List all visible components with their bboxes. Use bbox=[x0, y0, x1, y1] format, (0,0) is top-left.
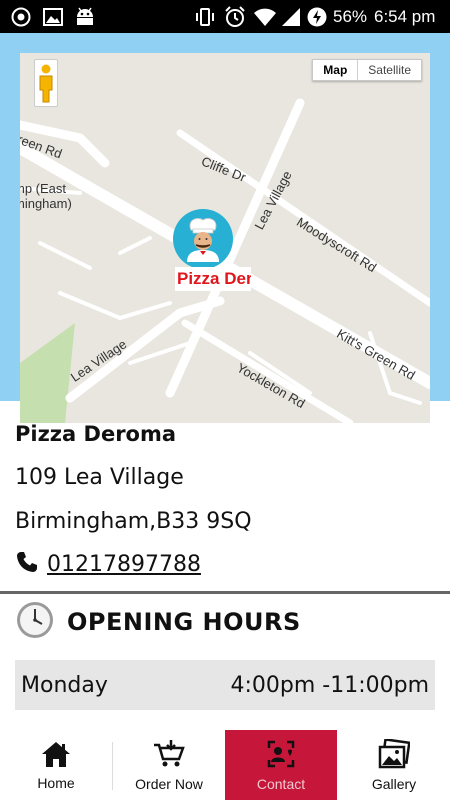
opening-hours-header: OPENING HOURS bbox=[15, 600, 301, 644]
map-type-satellite-button[interactable]: Satellite bbox=[358, 60, 421, 80]
road-label: mingham) bbox=[20, 196, 72, 211]
vibrate-icon bbox=[192, 0, 218, 33]
phone-row[interactable]: 01217897788 bbox=[15, 550, 201, 578]
cart-icon bbox=[152, 739, 186, 772]
nav-order-label: Order Now bbox=[135, 775, 203, 792]
nav-home-label: Home bbox=[37, 774, 75, 791]
map-type-map-button[interactable]: Map bbox=[313, 60, 359, 80]
address-line-1: 109 Lea Village bbox=[15, 465, 184, 490]
app-circle-icon bbox=[8, 0, 34, 33]
nav-contact-label: Contact bbox=[256, 775, 306, 792]
status-bar: 56% 6:54 pm bbox=[0, 0, 450, 33]
bottom-nav: Home Order Now Contact Gallery bbox=[0, 730, 450, 800]
address-line-2: Birmingham,B33 9SQ bbox=[15, 509, 252, 534]
contact-icon bbox=[265, 739, 297, 772]
chef-marker-icon[interactable] bbox=[173, 209, 233, 269]
map-type-toggle: Map Satellite bbox=[312, 59, 422, 81]
business-name: Pizza Deroma bbox=[15, 422, 177, 446]
section-divider bbox=[0, 591, 450, 594]
nav-home[interactable]: Home bbox=[0, 730, 112, 800]
clock-icon bbox=[15, 600, 55, 644]
hours-day: Monday bbox=[21, 672, 108, 698]
nav-contact[interactable]: Contact bbox=[225, 730, 337, 800]
street-view-pegman-icon[interactable] bbox=[34, 59, 58, 107]
android-icon bbox=[72, 0, 98, 33]
opening-hours-title: OPENING HOURS bbox=[67, 608, 301, 636]
nav-order-now[interactable]: Order Now bbox=[113, 730, 225, 800]
battery-percent: 56% bbox=[333, 7, 368, 26]
phone-link[interactable]: 01217897788 bbox=[47, 552, 201, 577]
marker-label: Pizza Deroma bbox=[175, 267, 251, 291]
nav-gallery[interactable]: Gallery bbox=[338, 730, 450, 800]
road-label: mp (East bbox=[20, 181, 67, 196]
wifi-icon bbox=[252, 0, 278, 33]
hours-time: 4:00pm -11:00pm bbox=[230, 672, 429, 698]
clock: 6:54 pm bbox=[374, 7, 436, 26]
nav-gallery-label: Gallery bbox=[371, 775, 417, 792]
gallery-icon bbox=[378, 737, 411, 772]
map-view[interactable]: reen Rd mp (East mingham) Cliffe Dr Lea … bbox=[20, 53, 430, 423]
phone-icon bbox=[15, 550, 39, 578]
battery-charging-icon bbox=[304, 0, 330, 33]
alarm-icon bbox=[222, 0, 248, 33]
signal-icon bbox=[278, 0, 304, 33]
image-icon bbox=[40, 0, 66, 33]
map-frame: reen Rd mp (East mingham) Cliffe Dr Lea … bbox=[0, 33, 450, 423]
home-icon bbox=[40, 740, 72, 771]
hours-row: Monday 4:00pm -11:00pm bbox=[15, 660, 435, 710]
